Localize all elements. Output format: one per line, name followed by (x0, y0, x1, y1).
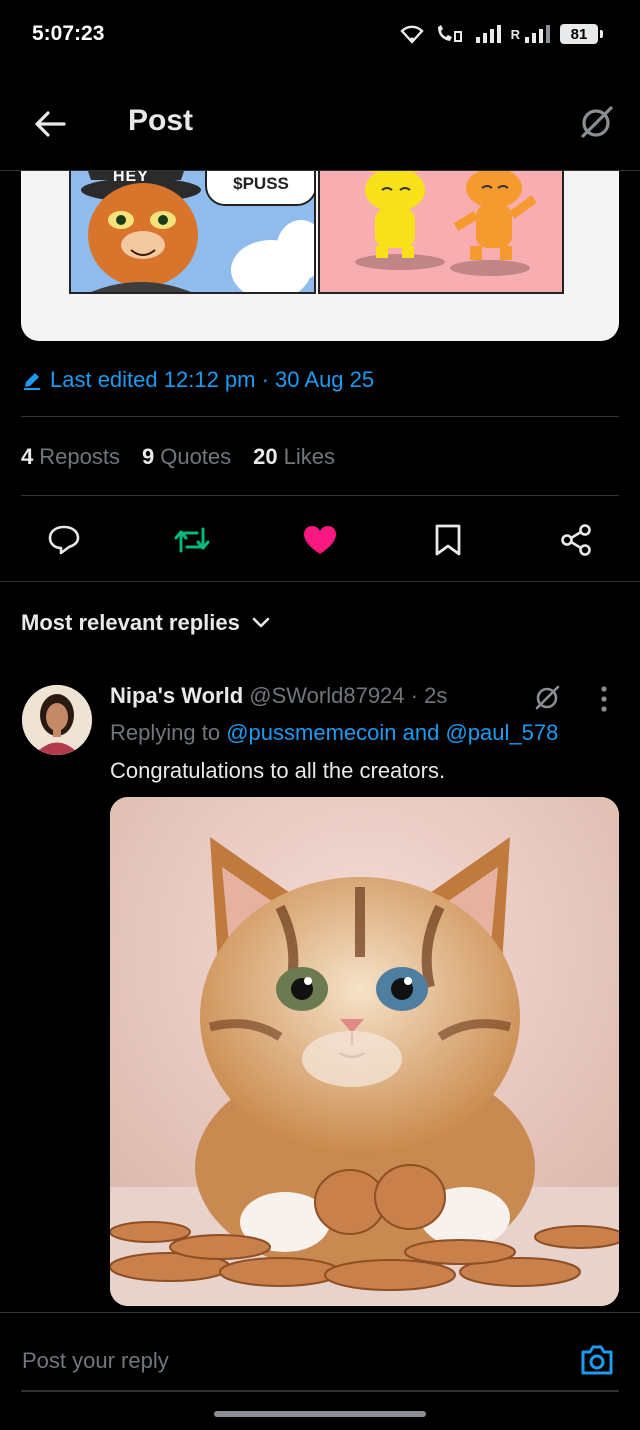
comic-panel-right (318, 150, 564, 294)
grok-icon (581, 106, 613, 138)
reply-composer (0, 1312, 640, 1430)
signal-icon (475, 25, 501, 43)
reply-media-image[interactable] (110, 797, 619, 1306)
grok-button[interactable] (574, 100, 618, 144)
bookmark-icon (435, 524, 461, 556)
camera-icon (581, 1345, 613, 1375)
status-icons: R 81 (399, 24, 603, 44)
call-icon (437, 25, 462, 42)
kitten-with-coins-image (110, 797, 619, 1306)
dancing-cats-illustration (355, 154, 537, 276)
repost-button[interactable] (168, 516, 216, 564)
chevron-down-icon (252, 617, 270, 628)
arrow-left-icon (35, 111, 66, 137)
battery-indicator: 81 (560, 24, 603, 44)
avatar-image (22, 685, 92, 755)
action-bar (0, 516, 640, 564)
signal-icon-2 (525, 25, 550, 43)
top-app-bar: Post (0, 82, 640, 171)
grok-icon (535, 685, 560, 710)
reply-body: Congratulations to all the creators. (110, 758, 446, 783)
back-button[interactable] (28, 102, 72, 146)
more-vertical-icon (601, 686, 607, 712)
reply-header: Nipa's World @SWorld87924 · 2s (110, 683, 448, 708)
mention-link[interactable]: @pussmemecoin (226, 720, 396, 745)
edited-link[interactable]: Last edited 12:12 pm · 30 Aug 25 (22, 367, 374, 393)
reply-handle[interactable]: @SWorld87924 (249, 683, 404, 708)
stat-quotes[interactable]: 9 Quotes (142, 444, 231, 470)
sort-label: Most relevant replies (21, 610, 240, 635)
reply-input[interactable] (20, 1343, 544, 1379)
reply-sort-selector[interactable]: Most relevant replies (21, 610, 270, 636)
post-stats: 4 Reposts 9 Quotes 20 Likes (21, 444, 335, 470)
camera-button[interactable] (574, 1337, 620, 1383)
avatar[interactable] (22, 685, 92, 755)
divider (0, 581, 640, 582)
status-time: 5:07:23 (32, 22, 105, 45)
like-button[interactable] (296, 516, 344, 564)
replying-to: Replying to @pussmemecoin and @paul_578 (110, 720, 559, 745)
network-label: R (510, 26, 520, 42)
reply-author-name[interactable]: Nipa's World (110, 683, 243, 708)
heart-icon (304, 526, 336, 554)
pencil-icon (24, 373, 40, 390)
wifi-icon (399, 25, 424, 44)
repost-icon (174, 527, 210, 553)
reply-button[interactable] (40, 516, 88, 564)
mention-link[interactable]: @paul_578 (445, 720, 558, 745)
page-title: Post (128, 104, 194, 137)
comment-icon (48, 525, 80, 555)
more-options-button[interactable] (592, 684, 616, 714)
stat-likes[interactable]: 20 Likes (253, 444, 335, 470)
edited-text: Last edited 12:12 pm · 30 Aug 25 (50, 367, 375, 392)
home-indicator[interactable] (214, 1411, 426, 1417)
divider (21, 495, 619, 496)
divider (21, 1390, 619, 1392)
reply-grok-button[interactable] (530, 680, 564, 714)
stat-reposts[interactable]: 4 Reposts (21, 444, 120, 470)
reply-time: 2s (424, 683, 448, 708)
divider (21, 416, 619, 417)
bookmark-button[interactable] (424, 516, 472, 564)
share-icon (561, 524, 591, 556)
post-media-card[interactable]: HEY $PUSS (21, 150, 619, 341)
share-button[interactable] (552, 516, 600, 564)
comic-panel-left: HEY $PUSS (69, 150, 316, 294)
